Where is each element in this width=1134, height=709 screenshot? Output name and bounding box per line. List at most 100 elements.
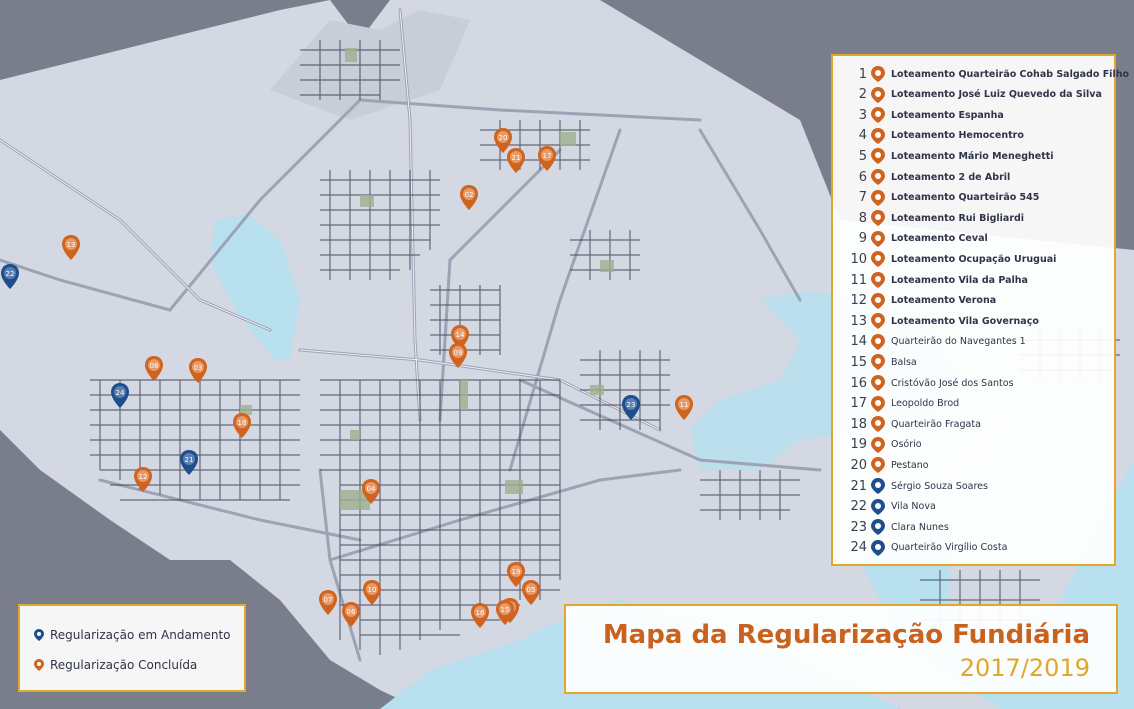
legend-item-label: Loteamento Ceval bbox=[891, 233, 988, 245]
concluded-pin-icon bbox=[34, 659, 44, 671]
map-pin-icon bbox=[871, 210, 885, 227]
map-marker-label: 04 bbox=[367, 485, 376, 493]
legend-item-number: 13 bbox=[850, 313, 867, 329]
legend-item-label: Leopoldo Brod bbox=[891, 398, 960, 410]
legend-item: 21 Sérgio Souza Soares bbox=[833, 476, 988, 496]
legend-item: 14 Quarteirão do Navegantes 1 bbox=[833, 332, 1026, 352]
legend-item-number: 18 bbox=[850, 416, 867, 432]
map-pin-icon bbox=[871, 292, 885, 309]
legend-item-number: 4 bbox=[858, 128, 867, 144]
legend-item: 17 Leopoldo Brod bbox=[833, 394, 959, 414]
legend-item-label: Loteamento 2 de Abril bbox=[891, 171, 1011, 183]
map-marker-label: 21 bbox=[185, 456, 194, 464]
legend-item: 8 Loteamento Rui Bigliardi bbox=[833, 208, 1024, 228]
legend-item: 10 Loteamento Ocupação Uruguai bbox=[833, 249, 1056, 269]
legend-item-label: Loteamento Quarteirão Cohab Salgado Filh… bbox=[891, 68, 1129, 80]
in-progress-pin-icon bbox=[34, 629, 44, 641]
legend-item-number: 21 bbox=[850, 478, 867, 494]
legend-item-number: 7 bbox=[858, 190, 867, 206]
legend-item-number: 12 bbox=[850, 293, 867, 309]
legend-item-label: Loteamento Vila da Palha bbox=[891, 274, 1028, 286]
legend-item-label: Balsa bbox=[891, 356, 917, 368]
legend-item-number: 24 bbox=[850, 540, 867, 556]
title-box: Mapa da Regularização Fundiária 2017/201… bbox=[564, 604, 1118, 694]
legend-item: 16 Cristóvão José dos Santos bbox=[833, 373, 1014, 393]
legend-item-number: 16 bbox=[850, 375, 867, 391]
legend-item: 23 Clara Nunes bbox=[833, 517, 949, 537]
legend-item-number: 19 bbox=[850, 437, 867, 453]
legend-item-number: 17 bbox=[850, 396, 867, 412]
map-pin-icon bbox=[871, 148, 885, 165]
map-marker-label: 12 bbox=[139, 473, 148, 481]
legend-item-label: Pestano bbox=[891, 459, 929, 471]
legend-item: 5 Loteamento Mário Meneghetti bbox=[833, 146, 1054, 166]
legend-item-number: 11 bbox=[850, 272, 867, 288]
legend-item-number: 1 bbox=[858, 66, 867, 82]
map-marker-label: 11 bbox=[680, 401, 689, 409]
map-pin-icon bbox=[871, 416, 885, 433]
legend-item-label: Loteamento Rui Bigliardi bbox=[891, 212, 1025, 224]
legend-item: 15 Balsa bbox=[833, 352, 917, 372]
map-pin-icon bbox=[871, 333, 885, 350]
legend-item-label: Cristóvão José dos Santos bbox=[891, 377, 1014, 389]
legend-item-label: Loteamento Quarteirão 545 bbox=[891, 192, 1040, 204]
legend-item: 20 Pestano bbox=[833, 455, 929, 475]
legend-item: 22 Vila Nova bbox=[833, 497, 936, 517]
map-pin-icon bbox=[871, 66, 885, 82]
map-marker-label: 02 bbox=[465, 191, 474, 199]
map-pin-icon bbox=[871, 457, 885, 474]
map-pin-icon bbox=[871, 478, 885, 494]
legend-item-number: 10 bbox=[850, 251, 867, 267]
map-title: Mapa da Regularização Fundiária bbox=[602, 620, 1090, 650]
legend-item: 1 Loteamento Quarteirão Cohab Salgado Fil… bbox=[833, 64, 1129, 84]
legend-item-label: Loteamento Hemocentro bbox=[891, 130, 1024, 142]
map-marker-label: 20 bbox=[499, 134, 508, 142]
map-marker-label: 16 bbox=[476, 609, 485, 617]
legend-item-label: Quarteirão Virgílio Costa bbox=[891, 542, 1008, 554]
legend-item-label: Loteamento Vila Governaço bbox=[891, 315, 1039, 327]
legend-item-number: 8 bbox=[858, 210, 867, 226]
map-pin-icon bbox=[871, 375, 885, 391]
legend-item: 7 Loteamento Quarteirão 545 bbox=[833, 188, 1039, 208]
legend-item-label: Quarteirão Fragata bbox=[891, 418, 981, 430]
map-marker-label: 06 bbox=[347, 608, 356, 616]
legend-item-label: Loteamento Espanha bbox=[891, 109, 1004, 121]
map-pin-icon bbox=[871, 189, 885, 206]
map-marker-label: 19 bbox=[512, 568, 521, 576]
legend-item-number: 6 bbox=[858, 169, 867, 185]
map-marker-label: 22 bbox=[6, 270, 15, 278]
map-pin-icon bbox=[871, 251, 885, 268]
legend-item-label: Loteamento Verona bbox=[891, 295, 997, 307]
legend-item: 12 Loteamento Verona bbox=[833, 291, 996, 311]
legend-item: 6 Loteamento 2 de Abril bbox=[833, 167, 1010, 187]
legend-item-number: 20 bbox=[850, 457, 867, 473]
legend-item-number: 22 bbox=[850, 499, 867, 515]
legend-item: 11 Loteamento Vila da Palha bbox=[833, 270, 1028, 290]
legend-item-label: Osório bbox=[891, 439, 922, 451]
legend-item: 18 Quarteirão Fragata bbox=[833, 414, 981, 434]
legend-item-number: 14 bbox=[850, 334, 867, 350]
legend-item-number: 3 bbox=[858, 107, 867, 123]
legend-item: 4 Loteamento Hemocentro bbox=[833, 126, 1024, 146]
map-marker-label: 05 bbox=[527, 586, 536, 594]
map-period: 2017/2019 bbox=[959, 654, 1090, 682]
map-marker-label: 10 bbox=[368, 586, 377, 594]
map-marker-label: 03 bbox=[194, 364, 203, 372]
map-marker-label: 07 bbox=[324, 596, 333, 604]
map-marker-label: 21 bbox=[512, 154, 521, 162]
map-marker-label: 09 bbox=[454, 349, 463, 357]
map-marker-label: 15 bbox=[501, 606, 510, 614]
map-pin-icon bbox=[871, 272, 885, 288]
map-marker-label: 24 bbox=[116, 389, 125, 397]
legend-item-label: Sérgio Souza Soares bbox=[891, 480, 988, 492]
map-marker-label: 13 bbox=[67, 241, 76, 249]
map-pin-icon bbox=[871, 127, 885, 144]
legend-item-label: Quarteirão do Navegantes 1 bbox=[891, 336, 1026, 348]
map-pin-icon bbox=[871, 107, 885, 124]
map-pin-icon bbox=[871, 313, 885, 330]
legend-item: 13 Loteamento Vila Governaço bbox=[833, 311, 1039, 331]
map-marker-label: 14 bbox=[456, 331, 465, 339]
map-pin-icon bbox=[871, 498, 885, 515]
status-legend: Regularização em Andamento Regularização… bbox=[18, 604, 246, 692]
status-concluded-label: Regularização Concluída bbox=[50, 658, 198, 672]
